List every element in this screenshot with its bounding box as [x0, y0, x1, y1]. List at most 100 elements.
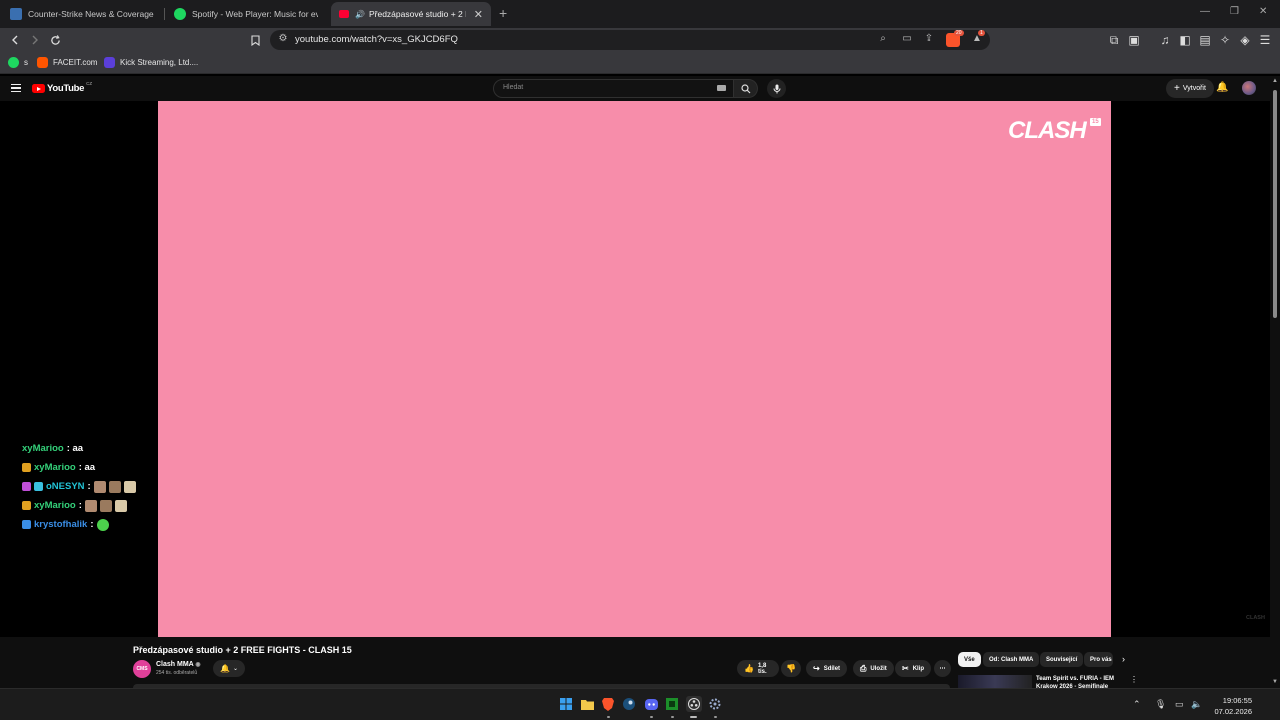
back-icon[interactable]	[7, 32, 23, 48]
chat-text: : aa	[66, 443, 84, 454]
video-title: Předzápasové studio + 2 FREE FIGHTS - CL…	[133, 645, 352, 655]
rewards-count-badge: 1	[978, 30, 985, 36]
new-tab-button[interactable]: +	[499, 5, 507, 21]
vpn-icon[interactable]: ◈	[1237, 32, 1253, 48]
running-indicator	[650, 716, 653, 718]
browser-tab-strip: Counter-Strike News & Coverage | H Spoti…	[0, 0, 1280, 28]
clip-button[interactable]: ✂ Klip	[895, 660, 932, 677]
media-controls-icon[interactable]: ♫	[1157, 32, 1173, 48]
bookmark-save-icon: ⎙	[860, 663, 867, 673]
more-actions-button[interactable]: ⋯	[934, 660, 951, 677]
chevron-down-icon: ⌄	[232, 666, 238, 672]
steam-icon[interactable]	[622, 697, 636, 711]
discord-icon[interactable]	[644, 697, 658, 711]
obs-icon[interactable]	[686, 696, 702, 712]
maximize-icon[interactable]: ❐	[1230, 6, 1239, 17]
user-avatar[interactable]	[1242, 81, 1256, 95]
notification-subscribe-button[interactable]: 🔔 ⌄	[213, 660, 245, 677]
search-input[interactable]: Hledat	[493, 79, 734, 98]
close-tab-icon[interactable]: ✕	[474, 8, 483, 21]
share-icon[interactable]: ⇪	[922, 33, 936, 47]
minimize-icon[interactable]: —	[1200, 6, 1210, 17]
nvidia-icon[interactable]	[665, 697, 679, 711]
chat-text: : aa	[78, 462, 96, 473]
recommended-title[interactable]: Team Spirit vs. FURIA - IEM Krakow 2026 …	[1036, 675, 1121, 688]
site-info-icon[interactable]: ⚙	[276, 33, 290, 47]
create-button[interactable]: + Vytvořit	[1166, 79, 1214, 98]
notifications-bell-icon[interactable]: 🔔	[1216, 82, 1228, 93]
share-button[interactable]: ↪ Sdílet	[806, 660, 848, 677]
tab-youtube-active[interactable]: 🔊 Předzápasové studio + 2 FRE ✕	[331, 2, 491, 26]
page-scrollbar[interactable]: ▲ ▼	[1270, 76, 1280, 688]
keyboard-icon[interactable]	[717, 85, 726, 91]
tray-microphone-icon[interactable]: 🎙	[1155, 699, 1166, 710]
chat-message: xyMarioo: aa	[22, 458, 162, 477]
wallet-icon[interactable]: ▤	[1197, 32, 1213, 48]
forward-icon[interactable]	[27, 32, 43, 48]
extensions-icon[interactable]: ⧉	[1106, 32, 1122, 48]
kick-icon	[104, 57, 115, 68]
like-button[interactable]: 👍 1,8 tis.	[737, 660, 779, 677]
bookmarks-bar: s FACEIT.com Kick Streaming, Ltd....	[0, 52, 1280, 74]
youtube-wordmark: YouTube	[47, 83, 85, 94]
bookmark-icon[interactable]	[247, 32, 263, 48]
address-bar[interactable]: ⚙ youtube.com/watch?v=xs_GKJCD6FQ ⌕ ▭ ⇪ …	[270, 30, 990, 50]
menu-icon[interactable]: ☰	[1257, 32, 1273, 48]
bookmark-s[interactable]: s	[8, 57, 28, 68]
windows-start-icon[interactable]	[559, 697, 573, 711]
youtube-play-icon	[32, 84, 45, 93]
zoom-icon[interactable]: ⌕	[876, 33, 890, 47]
chat-badge-icon	[22, 482, 31, 491]
recommended-thumbnail[interactable]	[958, 675, 1032, 688]
channel-avatar[interactable]: CMS	[133, 660, 151, 678]
chip-related[interactable]: Související	[1040, 652, 1084, 667]
dislike-button[interactable]: 👎	[781, 660, 801, 677]
chat-emote-icon	[123, 480, 136, 493]
chevron-right-icon[interactable]: ›	[1122, 654, 1125, 664]
chat-username: krystofhalik	[34, 519, 88, 530]
leo-ai-icon[interactable]: ✧	[1217, 32, 1233, 48]
chat-emote-icon	[114, 499, 127, 512]
running-indicator	[671, 716, 674, 718]
show-hidden-icons-chevron-icon[interactable]: ⌃	[1133, 699, 1141, 710]
screenshot-icon[interactable]: ▣	[1126, 32, 1142, 48]
speaker-icon[interactable]: 🔊	[355, 10, 365, 19]
chat-emote-icon	[96, 518, 109, 531]
brave-browser-icon[interactable]	[601, 697, 615, 711]
chat-message: xyMarioo: aa	[22, 439, 162, 458]
scrollbar-thumb[interactable]	[1273, 90, 1277, 318]
chip-from-channel[interactable]: Od: Clash MMA	[983, 652, 1040, 667]
bookmark-kick[interactable]: Kick Streaming, Ltd....	[104, 57, 198, 68]
voice-search-button[interactable]	[767, 79, 786, 98]
recommended-more-icon[interactable]: ⋮	[1130, 675, 1138, 684]
scroll-up-icon[interactable]: ▲	[1272, 78, 1278, 84]
system-clock[interactable]: 19:06:55 07.02.2026	[1212, 695, 1252, 717]
tab-spotify[interactable]: Spotify - Web Player: Music for every	[166, 2, 326, 26]
video-player[interactable]: CLASH 15 CLASH	[158, 101, 1265, 637]
tray-volume-icon[interactable]: 🔈	[1191, 699, 1202, 710]
chip-all[interactable]: Vše	[958, 652, 981, 667]
settings-gear-icon[interactable]	[708, 697, 722, 711]
chip-for-you[interactable]: Pro vás	[1084, 652, 1113, 667]
chat-text: :	[90, 519, 94, 530]
sidebar-icon[interactable]: ◧	[1177, 32, 1193, 48]
chat-message: oNESYN:	[22, 477, 162, 496]
youtube-logo[interactable]: YouTube CZ	[32, 81, 92, 94]
channel-name[interactable]: Clash MMA ◉	[156, 661, 201, 668]
bookmark-label: Kick Streaming, Ltd....	[120, 58, 199, 67]
chat-badge-icon	[34, 482, 43, 491]
address-text[interactable]: youtube.com/watch?v=xs_GKJCD6FQ	[295, 34, 458, 45]
file-explorer-icon[interactable]	[580, 697, 594, 711]
cast-icon[interactable]: ▭	[900, 33, 914, 47]
browser-toolbar: ⚙ youtube.com/watch?v=xs_GKJCD6FQ ⌕ ▭ ⇪ …	[0, 28, 1280, 52]
reload-icon[interactable]	[47, 32, 63, 48]
save-button[interactable]: ⎙ Uložit	[853, 660, 894, 677]
clash-event-number: 15	[1090, 118, 1101, 126]
bookmark-faceit[interactable]: FACEIT.com	[37, 57, 97, 68]
tray-network-icon[interactable]: ▭	[1175, 699, 1184, 710]
search-button[interactable]	[734, 79, 758, 98]
close-window-icon[interactable]: ✕	[1259, 6, 1267, 17]
tab-counter-strike[interactable]: Counter-Strike News & Coverage | H	[2, 2, 162, 26]
guide-menu-icon[interactable]	[11, 84, 21, 92]
scroll-down-icon[interactable]: ▼	[1272, 679, 1278, 685]
